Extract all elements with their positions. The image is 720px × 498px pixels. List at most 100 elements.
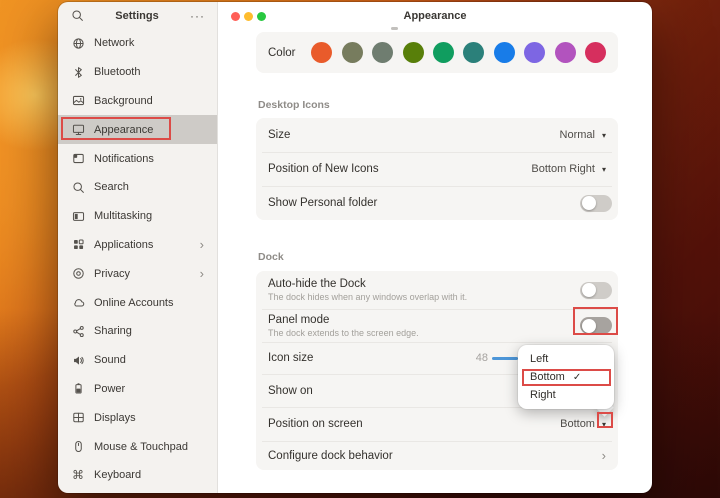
row-label: Panel mode: [268, 314, 419, 326]
background-icon: [71, 94, 85, 108]
menu-dots-icon[interactable]: ···: [190, 12, 205, 20]
sidebar-item-label: Background: [94, 95, 153, 107]
row-label: Auto-hide the Dock: [268, 278, 467, 290]
notifications-icon: [71, 152, 85, 166]
show-personal-folder-row: Show Personal folder: [256, 186, 618, 220]
sidebar-title: Settings: [84, 10, 190, 22]
position-new-icons-value[interactable]: Bottom Right ▾: [531, 163, 606, 175]
color-swatch[interactable]: [433, 42, 454, 63]
row-label: Show on: [268, 385, 313, 397]
position-popup-menu: Left Bottom ✓ Right: [518, 345, 614, 409]
popup-item-label: Bottom: [530, 371, 565, 383]
color-swatch[interactable]: [494, 42, 515, 63]
sidebar-item-applications[interactable]: Applications ›: [58, 231, 217, 260]
sidebar-item-mouse-touchpad[interactable]: Mouse & Touchpad: [58, 432, 217, 461]
dropdown-value: Bottom: [560, 418, 595, 430]
section-header-dock: Dock: [258, 251, 284, 263]
sidebar-item-label: Network: [94, 37, 134, 49]
close-button[interactable]: [231, 12, 240, 21]
mouse-icon: [71, 440, 85, 454]
sidebar-item-keyboard[interactable]: ⌘ Keyboard: [58, 461, 217, 490]
settings-window: Settings ··· Network Bluetooth Backgroun…: [58, 2, 652, 493]
row-subtitle: The dock hides when any windows overlap …: [268, 292, 467, 302]
color-swatch[interactable]: [524, 42, 545, 63]
sidebar-item-displays[interactable]: Displays: [58, 403, 217, 432]
sidebar-item-network[interactable]: Network: [58, 29, 217, 58]
sidebar-item-power[interactable]: Power: [58, 375, 217, 404]
speaker-icon: [71, 353, 85, 367]
sidebar-item-label: Online Accounts: [94, 297, 174, 309]
color-swatch[interactable]: [585, 42, 606, 63]
position-new-icons-row[interactable]: Position of New Icons Bottom Right ▾: [256, 152, 618, 186]
sidebar-item-label: Mouse & Touchpad: [94, 441, 188, 453]
caret-down-icon: ▾: [602, 420, 606, 429]
autohide-dock-toggle[interactable]: [580, 282, 612, 299]
titlebar: Appearance: [218, 2, 652, 30]
sidebar-item-label: Displays: [94, 412, 136, 424]
position-on-screen-value[interactable]: Bottom ▾: [560, 418, 606, 430]
color-swatch[interactable]: [403, 42, 424, 63]
multitasking-icon: [71, 209, 85, 223]
sidebar-item-sound[interactable]: Sound: [58, 346, 217, 375]
sidebar-item-label: Sound: [94, 354, 126, 366]
sidebar-item-label: Appearance: [94, 124, 153, 136]
chevron-right-icon: ›: [200, 238, 204, 251]
icon-size-slider[interactable]: [492, 357, 518, 360]
size-row[interactable]: Size Normal ▾: [256, 118, 618, 152]
popup-item-right[interactable]: Right: [518, 386, 614, 404]
sidebar-item-multitasking[interactable]: Multitasking: [58, 202, 217, 231]
color-card: Color: [256, 32, 618, 73]
sidebar-item-label: Keyboard: [94, 469, 141, 481]
sidebar-item-label: Applications: [94, 239, 153, 251]
sidebar-item-label: Search: [94, 181, 129, 193]
panel-mode-toggle[interactable]: [580, 317, 612, 334]
minimize-button[interactable]: [244, 12, 253, 21]
color-swatch[interactable]: [555, 42, 576, 63]
network-icon: [71, 36, 85, 50]
color-swatch[interactable]: [311, 42, 332, 63]
size-value[interactable]: Normal ▾: [560, 129, 606, 141]
sidebar-item-online-accounts[interactable]: Online Accounts: [58, 288, 217, 317]
row-label: Show Personal folder: [268, 197, 377, 209]
sidebar-item-privacy[interactable]: Privacy ›: [58, 259, 217, 288]
icon-size-value: 48: [468, 352, 488, 364]
configure-dock-behavior-row[interactable]: Configure dock behavior ›: [256, 441, 618, 470]
desktop-wallpaper: Settings ··· Network Bluetooth Backgroun…: [0, 0, 720, 498]
zoom-button[interactable]: [257, 12, 266, 21]
search-icon[interactable]: [70, 9, 84, 23]
chevron-right-icon: ›: [200, 267, 204, 280]
show-personal-folder-toggle[interactable]: [580, 195, 612, 212]
sidebar-list: Network Bluetooth Background Appearance …: [58, 29, 217, 490]
sidebar-item-search[interactable]: Search: [58, 173, 217, 202]
color-swatch[interactable]: [463, 42, 484, 63]
section-header-desktop-icons: Desktop Icons: [258, 99, 330, 111]
main-panel: Appearance Color: [218, 2, 652, 493]
scrolled-content-remnant: [391, 27, 398, 30]
sidebar-item-label: Sharing: [94, 325, 132, 337]
sidebar-item-appearance[interactable]: Appearance: [58, 115, 217, 144]
row-label: Configure dock behavior: [268, 450, 393, 462]
row-label: Position on screen: [268, 418, 363, 430]
caret-down-icon: ▾: [602, 131, 606, 140]
color-label: Color: [268, 47, 295, 59]
row-subtitle: The dock extends to the screen edge.: [268, 328, 419, 338]
color-swatch[interactable]: [372, 42, 393, 63]
page-title: Appearance: [218, 2, 652, 30]
row-label: Icon size: [268, 352, 313, 364]
sidebar-item-background[interactable]: Background: [58, 87, 217, 116]
color-swatch[interactable]: [342, 42, 363, 63]
sidebar-item-notifications[interactable]: Notifications: [58, 144, 217, 173]
applications-icon: [71, 238, 85, 252]
bluetooth-icon: [71, 65, 85, 79]
sidebar-item-sharing[interactable]: Sharing: [58, 317, 217, 346]
battery-icon: [71, 382, 85, 396]
popup-item-left[interactable]: Left: [518, 350, 614, 368]
dropdown-value: Bottom Right: [531, 163, 595, 175]
panel-mode-row: Panel mode The dock extends to the scree…: [256, 309, 618, 342]
sidebar-item-label: Bluetooth: [94, 66, 140, 78]
popup-item-bottom[interactable]: Bottom ✓: [518, 368, 614, 386]
autohide-dock-row: Auto-hide the Dock The dock hides when a…: [256, 271, 618, 309]
sidebar-item-bluetooth[interactable]: Bluetooth: [58, 58, 217, 87]
color-swatches: [311, 42, 606, 63]
sidebar-item-label: Power: [94, 383, 125, 395]
